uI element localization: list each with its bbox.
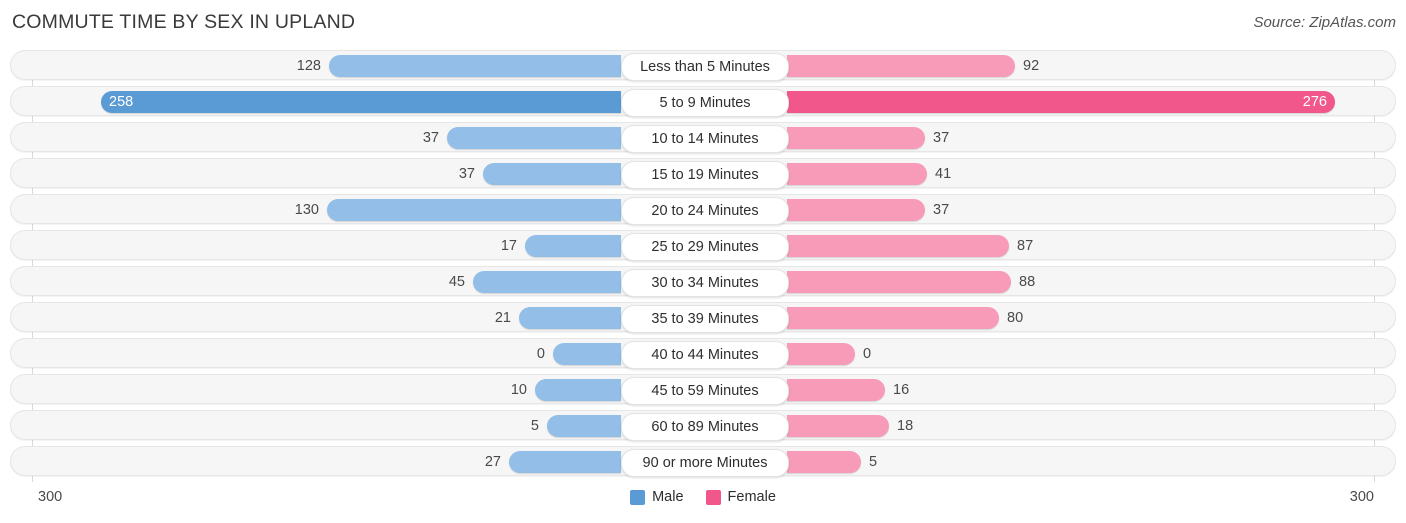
value-label-female: 87 xyxy=(1017,238,1034,254)
legend-swatch-icon xyxy=(630,489,646,505)
bar-female[interactable] xyxy=(787,91,1335,113)
bar-male[interactable] xyxy=(483,163,621,185)
bar-female[interactable] xyxy=(787,235,1009,257)
value-label-female: 5 xyxy=(869,454,878,470)
value-label-female: 37 xyxy=(933,202,950,218)
table-row: 5 18 60 to 89 Minutes xyxy=(10,410,1396,441)
bar-male[interactable] xyxy=(553,343,621,365)
table-row: 27 5 90 or more Minutes xyxy=(10,446,1396,477)
bar-female[interactable] xyxy=(787,163,927,185)
value-label-male: 10 xyxy=(510,382,527,398)
chart-header: COMMUTE TIME BY SEX IN UPLAND Source: Zi… xyxy=(0,0,1406,46)
value-label-female: 41 xyxy=(935,166,952,182)
value-label-male: 128 xyxy=(296,58,321,74)
category-label: 45 to 59 Minutes xyxy=(621,377,789,405)
value-label-female: 80 xyxy=(1007,310,1024,326)
bar-male[interactable] xyxy=(101,91,621,113)
value-label-male: 37 xyxy=(422,130,439,146)
bar-male[interactable] xyxy=(329,55,621,77)
table-row: 37 37 10 to 14 Minutes xyxy=(10,122,1396,153)
bar-male[interactable] xyxy=(519,307,621,329)
value-label-male: 27 xyxy=(484,454,501,470)
bar-female[interactable] xyxy=(787,343,855,365)
value-label-male: 130 xyxy=(294,202,319,218)
chart-footer: 300 300 Male Female xyxy=(0,484,1406,523)
bar-female[interactable] xyxy=(787,271,1011,293)
table-row: 21 80 35 to 39 Minutes xyxy=(10,302,1396,333)
table-row: 45 88 30 to 34 Minutes xyxy=(10,266,1396,297)
table-row: 258 276 5 to 9 Minutes xyxy=(10,86,1396,117)
value-label-male: 258 xyxy=(109,94,134,110)
table-row: 10 16 45 to 59 Minutes xyxy=(10,374,1396,405)
legend-swatch-icon xyxy=(705,489,721,505)
table-row: 17 87 25 to 29 Minutes xyxy=(10,230,1396,261)
value-label-male: 45 xyxy=(448,274,465,290)
bar-female[interactable] xyxy=(787,379,885,401)
bar-male[interactable] xyxy=(327,199,621,221)
bar-female[interactable] xyxy=(787,307,999,329)
value-label-female: 276 xyxy=(1302,94,1327,110)
chart-legend: Male Female xyxy=(0,489,1406,505)
legend-label: Female xyxy=(727,489,776,505)
bar-male[interactable] xyxy=(525,235,621,257)
bar-female[interactable] xyxy=(787,199,925,221)
bar-female[interactable] xyxy=(787,55,1015,77)
value-label-male: 5 xyxy=(530,418,539,434)
legend-item-male[interactable]: Male xyxy=(630,489,684,505)
category-label: 35 to 39 Minutes xyxy=(621,305,789,333)
value-label-male: 37 xyxy=(458,166,475,182)
category-label: 90 or more Minutes xyxy=(621,449,789,477)
page-title: COMMUTE TIME BY SEX IN UPLAND xyxy=(12,11,356,33)
table-row: 0 0 40 to 44 Minutes xyxy=(10,338,1396,369)
table-row: 37 41 15 to 19 Minutes xyxy=(10,158,1396,189)
table-row: 128 92 Less than 5 Minutes xyxy=(10,50,1396,81)
category-label: 10 to 14 Minutes xyxy=(621,125,789,153)
category-label: 25 to 29 Minutes xyxy=(621,233,789,261)
value-label-female: 18 xyxy=(897,418,914,434)
bar-male[interactable] xyxy=(509,451,621,473)
bar-male[interactable] xyxy=(547,415,621,437)
bar-female[interactable] xyxy=(787,451,861,473)
value-label-female: 92 xyxy=(1023,58,1040,74)
category-label: 30 to 34 Minutes xyxy=(621,269,789,297)
bar-female[interactable] xyxy=(787,415,889,437)
category-label: 15 to 19 Minutes xyxy=(621,161,789,189)
category-label: Less than 5 Minutes xyxy=(621,53,789,81)
bar-female[interactable] xyxy=(787,127,925,149)
bar-male[interactable] xyxy=(535,379,621,401)
category-label: 5 to 9 Minutes xyxy=(621,89,789,117)
value-label-female: 88 xyxy=(1019,274,1036,290)
category-label: 40 to 44 Minutes xyxy=(621,341,789,369)
bar-male[interactable] xyxy=(473,271,621,293)
value-label-female: 0 xyxy=(863,346,872,362)
value-label-male: 21 xyxy=(494,310,511,326)
chart-plot-area: 128 92 Less than 5 Minutes 258 276 5 to 9 Min… xyxy=(0,50,1406,484)
table-row: 130 37 20 to 24 Minutes xyxy=(10,194,1396,225)
category-label: 20 to 24 Minutes xyxy=(621,197,789,225)
value-label-female: 37 xyxy=(933,130,950,146)
legend-label: Male xyxy=(652,489,684,505)
bar-male[interactable] xyxy=(447,127,621,149)
legend-item-female[interactable]: Female xyxy=(705,489,776,505)
category-label: 60 to 89 Minutes xyxy=(621,413,789,441)
value-label-male: 17 xyxy=(500,238,517,254)
source-attribution: Source: ZipAtlas.com xyxy=(1253,14,1396,31)
value-label-female: 16 xyxy=(893,382,910,398)
value-label-male: 0 xyxy=(536,346,545,362)
